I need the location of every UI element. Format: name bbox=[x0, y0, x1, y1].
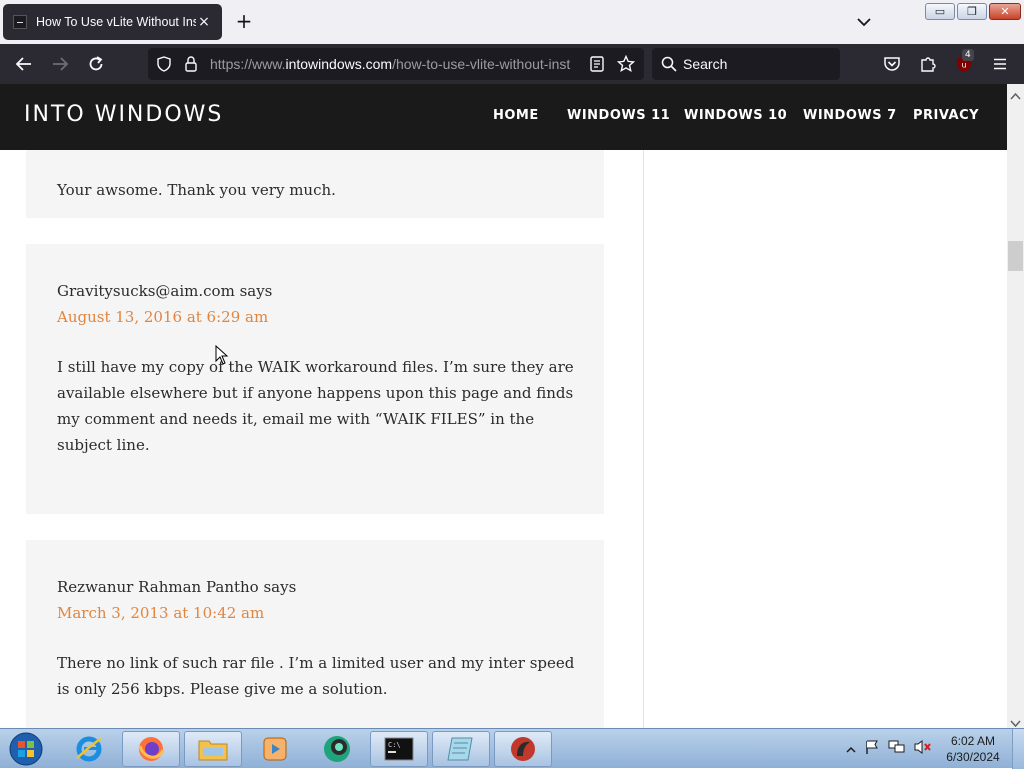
site-title[interactable]: INTO WINDOWS bbox=[24, 102, 223, 127]
green-app-icon[interactable] bbox=[308, 731, 366, 767]
site-favicon-icon bbox=[13, 15, 27, 29]
search-input[interactable]: Search bbox=[652, 48, 840, 80]
scroll-down-arrow-icon[interactable] bbox=[1010, 714, 1021, 728]
nav-privacy[interactable]: PRIVACY bbox=[913, 108, 979, 123]
taskbar: C:\ 6:02 AM 6/30/2024 bbox=[0, 728, 1024, 769]
scrollbar-thumb[interactable] bbox=[1008, 241, 1023, 271]
start-button[interactable] bbox=[6, 731, 46, 767]
lock-icon[interactable] bbox=[184, 55, 198, 77]
back-arrow-icon[interactable] bbox=[12, 52, 36, 76]
bookmark-star-icon[interactable] bbox=[616, 54, 636, 77]
tab-close-icon[interactable]: × bbox=[196, 14, 212, 30]
window-minimize-button[interactable]: ▭ bbox=[925, 3, 955, 20]
list-all-tabs-chevron-icon[interactable] bbox=[854, 12, 874, 32]
clock-time: 6:02 AM bbox=[950, 734, 996, 748]
media-player-icon[interactable] bbox=[246, 731, 304, 767]
firefox-icon[interactable] bbox=[122, 731, 180, 767]
extensions-puzzle-icon[interactable] bbox=[916, 52, 940, 76]
forward-arrow-icon[interactable] bbox=[48, 52, 72, 76]
comment-card: Rezwanur Rahman Pantho says March 3, 201… bbox=[26, 540, 604, 728]
new-tab-button[interactable]: + bbox=[232, 10, 256, 34]
taskbar-clock[interactable]: 6:02 AM 6/30/2024 bbox=[940, 733, 1006, 765]
svg-text:u: u bbox=[961, 61, 966, 70]
show-desktop-button[interactable] bbox=[1012, 729, 1024, 769]
browser-tab[interactable]: How To Use vLite Without Insta × bbox=[3, 4, 222, 40]
system-tray bbox=[846, 739, 932, 759]
comment-card: Your awsome. Thank you very much. bbox=[26, 150, 604, 218]
comment-date-link[interactable]: August 13, 2016 at 6:29 am bbox=[57, 308, 268, 326]
nav-windows-10[interactable]: WINDOWS 10 bbox=[684, 108, 787, 123]
main-content: Your awsome. Thank you very much. Gravit… bbox=[0, 150, 1007, 728]
address-bar[interactable]: https://www.intowindows.com/how-to-use-v… bbox=[148, 48, 644, 80]
nav-windows-11[interactable]: WINDOWS 11 bbox=[567, 108, 670, 123]
site-header: INTO WINDOWS HOME WINDOWS 11 WINDOWS 10 … bbox=[0, 84, 1007, 150]
command-prompt-icon[interactable]: C:\ bbox=[370, 731, 428, 767]
volume-muted-icon[interactable] bbox=[914, 739, 932, 759]
action-center-flag-icon[interactable] bbox=[864, 739, 880, 759]
reload-icon[interactable] bbox=[84, 52, 108, 76]
extension-badge: 4 bbox=[962, 49, 974, 61]
window-restore-button[interactable]: ❐ bbox=[957, 3, 987, 20]
comment-body: There no link of such rar file . I’m a l… bbox=[57, 654, 575, 698]
comment-author: Rezwanur Rahman Pantho says bbox=[57, 578, 297, 596]
red-app-icon[interactable] bbox=[494, 731, 552, 767]
nav-home[interactable]: HOME bbox=[493, 108, 539, 123]
page-scrollbar[interactable] bbox=[1007, 84, 1024, 728]
reader-view-icon[interactable] bbox=[590, 56, 604, 76]
notepad-icon[interactable] bbox=[432, 731, 490, 767]
sidebar-divider bbox=[643, 150, 644, 728]
mouse-cursor-icon bbox=[215, 344, 229, 369]
search-icon bbox=[661, 56, 677, 76]
shield-icon[interactable] bbox=[156, 56, 172, 76]
comment-body: I still have my copy of the WAIK workaro… bbox=[57, 358, 574, 454]
scroll-up-arrow-icon[interactable] bbox=[1010, 87, 1021, 100]
url-text: https://www.intowindows.com/how-to-use-v… bbox=[210, 56, 571, 72]
comment-author: Gravitysucks@aim.com says bbox=[57, 282, 273, 300]
clock-date: 6/30/2024 bbox=[946, 750, 1000, 764]
file-explorer-icon[interactable] bbox=[184, 731, 242, 767]
internet-explorer-icon[interactable] bbox=[60, 731, 118, 767]
menu-hamburger-icon[interactable] bbox=[988, 52, 1012, 76]
window-close-button[interactable]: ✕ bbox=[989, 3, 1021, 20]
comment-body: Your awsome. Thank you very much. bbox=[57, 181, 336, 199]
comment-card: Gravitysucks@aim.com says August 13, 201… bbox=[26, 244, 604, 514]
nav-windows-7[interactable]: WINDOWS 7 bbox=[803, 108, 897, 123]
search-placeholder: Search bbox=[683, 56, 728, 72]
comment-date-link[interactable]: March 3, 2013 at 10:42 am bbox=[57, 604, 264, 622]
network-icon[interactable] bbox=[888, 739, 906, 759]
navigation-toolbar: https://www.intowindows.com/how-to-use-v… bbox=[0, 44, 1024, 84]
pocket-icon[interactable] bbox=[880, 52, 904, 76]
svg-text:C:\: C:\ bbox=[388, 741, 401, 749]
tab-strip: How To Use vLite Without Insta × + ▭ ❐ ✕ bbox=[0, 0, 1024, 44]
show-hidden-icons-icon[interactable] bbox=[846, 740, 856, 759]
tab-title: How To Use vLite Without Insta bbox=[36, 15, 196, 29]
